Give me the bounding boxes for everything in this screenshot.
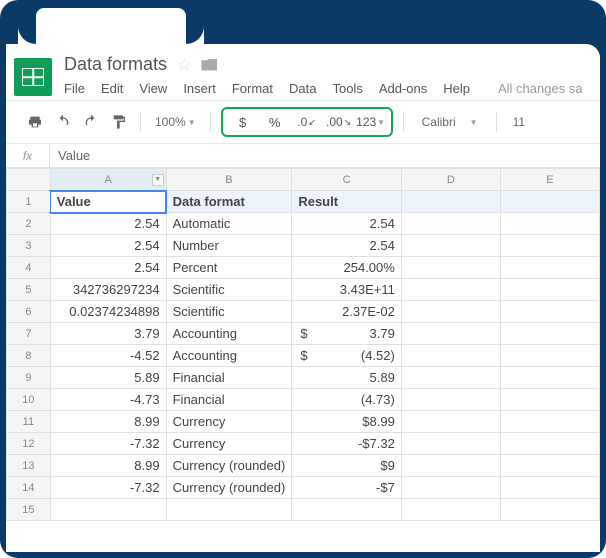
- zoom-select[interactable]: 100%▼: [151, 115, 200, 129]
- toolbar: 100%▼ $ % .0↙ .00↘ 123▼ Calibri▼ 11: [6, 100, 600, 144]
- row-13: 138.99Currency (rounded)$9: [7, 455, 600, 477]
- menu-addons[interactable]: Add-ons: [379, 81, 427, 96]
- decrease-decimal-button[interactable]: .0↙: [291, 111, 323, 133]
- cell[interactable]: [401, 191, 500, 213]
- row-6: 60.02374234898Scientific2.37E-02: [7, 301, 600, 323]
- menu-file[interactable]: File: [64, 81, 85, 96]
- row-15: 15: [7, 499, 600, 521]
- more-formats-button[interactable]: 123▼: [355, 111, 387, 133]
- format-percent-button[interactable]: %: [259, 111, 291, 133]
- undo-button[interactable]: [52, 111, 74, 133]
- row-2: 22.54Automatic2.54: [7, 213, 600, 235]
- row-header[interactable]: 1: [7, 191, 51, 213]
- cell[interactable]: Data format: [166, 191, 292, 213]
- column-dropdown-icon[interactable]: ▼: [152, 174, 164, 186]
- row-11: 118.99Currency$8.99: [7, 411, 600, 433]
- row-5: 5342736297234Scientific3.43E+11: [7, 279, 600, 301]
- menu-bar: File Edit View Insert Format Data Tools …: [64, 81, 592, 96]
- row-10: 10-4.73Financial(4.73): [7, 389, 600, 411]
- changes-status[interactable]: All changes sa: [498, 81, 583, 96]
- doc-title[interactable]: Data formats: [64, 54, 167, 75]
- menu-data[interactable]: Data: [289, 81, 316, 96]
- font-select[interactable]: Calibri▼: [414, 115, 486, 129]
- menu-edit[interactable]: Edit: [101, 81, 123, 96]
- cell[interactable]: [500, 191, 599, 213]
- cell[interactable]: Result: [292, 191, 402, 213]
- formula-bar: fx Value: [6, 144, 600, 168]
- row-1: 1 Value Data format Result: [7, 191, 600, 213]
- menu-view[interactable]: View: [139, 81, 167, 96]
- col-header-c[interactable]: C: [292, 169, 402, 191]
- row-12: 12-7.32Currency-$7.32: [7, 433, 600, 455]
- sheets-logo[interactable]: [14, 58, 52, 96]
- font-size-select[interactable]: 11: [507, 115, 531, 129]
- row-7: 73.79Accounting$3.79: [7, 323, 600, 345]
- col-header-b[interactable]: B: [166, 169, 292, 191]
- spreadsheet-grid[interactable]: A▼ B C D E 1 Value Data format Result 22…: [6, 168, 600, 552]
- col-header-e[interactable]: E: [500, 169, 599, 191]
- menu-help[interactable]: Help: [443, 81, 470, 96]
- paint-format-button[interactable]: [108, 111, 130, 133]
- number-format-group: $ % .0↙ .00↘ 123▼: [221, 107, 393, 137]
- select-all-corner[interactable]: [7, 169, 51, 191]
- menu-format[interactable]: Format: [232, 81, 273, 96]
- print-button[interactable]: [24, 111, 46, 133]
- col-header-d[interactable]: D: [401, 169, 500, 191]
- row-8: 8-4.52Accounting$(4.52): [7, 345, 600, 367]
- col-header-a[interactable]: A▼: [50, 169, 166, 191]
- browser-tab-bar: [6, 6, 600, 44]
- cell[interactable]: Value: [50, 191, 166, 213]
- redo-button[interactable]: [80, 111, 102, 133]
- format-currency-button[interactable]: $: [227, 111, 259, 133]
- row-3: 32.54Number2.54: [7, 235, 600, 257]
- header: Data formats ☆ File Edit View Insert For…: [6, 44, 600, 100]
- row-14: 14-7.32Currency (rounded)-$7: [7, 477, 600, 499]
- browser-tab[interactable]: [36, 8, 186, 44]
- row-9: 95.89Financial5.89: [7, 367, 600, 389]
- app-chrome: Data formats ☆ File Edit View Insert For…: [6, 44, 600, 552]
- menu-insert[interactable]: Insert: [183, 81, 216, 96]
- browser-window: Data formats ☆ File Edit View Insert For…: [0, 0, 606, 558]
- fx-value[interactable]: Value: [50, 148, 90, 163]
- star-icon[interactable]: ☆: [177, 55, 191, 75]
- folder-icon[interactable]: [201, 59, 217, 71]
- fx-label: fx: [6, 144, 50, 167]
- menu-tools[interactable]: Tools: [332, 81, 362, 96]
- increase-decimal-button[interactable]: .00↘: [323, 111, 355, 133]
- row-4: 42.54Percent254.00%: [7, 257, 600, 279]
